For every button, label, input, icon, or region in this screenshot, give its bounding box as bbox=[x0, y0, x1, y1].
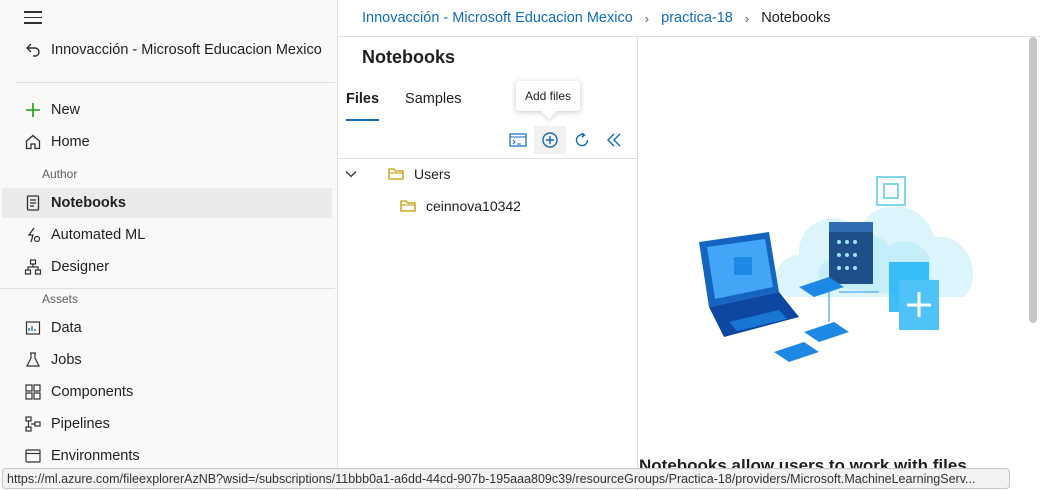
nav-label-data: Data bbox=[51, 320, 82, 336]
home-icon bbox=[25, 134, 41, 150]
nav-label-designer: Designer bbox=[51, 259, 110, 275]
environments-icon bbox=[25, 449, 41, 463]
automated-ml-icon bbox=[27, 227, 41, 243]
panel-tabs: Files Samples bbox=[346, 91, 487, 121]
nav-divider bbox=[0, 288, 335, 289]
collapse-panel-button[interactable] bbox=[598, 126, 630, 154]
section-assets: Assets bbox=[42, 292, 79, 306]
add-files-button[interactable] bbox=[534, 126, 566, 154]
nav-item-components[interactable]: Components bbox=[2, 377, 332, 407]
nav-label-pipelines: Pipelines bbox=[51, 416, 110, 432]
nav-label-automated-ml: Automated ML bbox=[51, 227, 146, 243]
tree-row-user-folder[interactable]: ceinnova10342 bbox=[400, 192, 521, 220]
nav-label-home: Home bbox=[51, 134, 90, 150]
open-terminal-button[interactable] bbox=[502, 126, 534, 154]
nav-item-jobs[interactable]: Jobs bbox=[2, 345, 332, 375]
double-chevron-left-icon bbox=[607, 133, 621, 147]
plus-icon bbox=[26, 103, 40, 117]
hamburger-menu-icon[interactable] bbox=[24, 11, 42, 25]
chevron-right-icon: › bbox=[744, 10, 750, 26]
nav-label-jobs: Jobs bbox=[51, 352, 82, 368]
tab-files[interactable]: Files bbox=[346, 91, 387, 121]
tree-label-users: Users bbox=[414, 166, 451, 182]
nav-item-notebooks[interactable]: Notebooks bbox=[2, 188, 332, 218]
jobs-flask-icon bbox=[26, 352, 40, 367]
nav-item-automated-ml[interactable]: Automated ML bbox=[2, 220, 332, 250]
folder-icon bbox=[388, 168, 404, 180]
app-root: Innovacción - Microsoft Educacion Mexico… bbox=[0, 0, 1040, 490]
panel-title: Notebooks bbox=[362, 47, 456, 67]
designer-icon bbox=[24, 259, 42, 275]
breadcrumb-workspace[interactable]: Innovacción - Microsoft Educacion Mexico bbox=[362, 10, 633, 26]
notebook-icon bbox=[26, 195, 40, 211]
pipelines-icon bbox=[25, 416, 41, 432]
chevron-down-icon[interactable] bbox=[344, 167, 358, 181]
nav-item-data[interactable]: Data bbox=[2, 313, 332, 343]
workspace-name: Innovacción - Microsoft Educacion Mexico bbox=[51, 42, 322, 58]
notebooks-illustration bbox=[699, 176, 973, 362]
content-scrollbar[interactable] bbox=[1029, 37, 1037, 323]
panel-divider bbox=[338, 158, 637, 159]
nav-label-new: New bbox=[51, 102, 81, 118]
breadcrumb-current: Notebooks bbox=[761, 10, 831, 26]
chevron-right-icon: › bbox=[644, 10, 650, 26]
breadcrumb: Innovacción - Microsoft Educacion Mexico… bbox=[362, 10, 831, 26]
nav-label-components: Components bbox=[51, 384, 134, 400]
left-navigation: Innovacción - Microsoft Educacion Mexico… bbox=[0, 0, 338, 490]
nav-item-new[interactable]: New bbox=[2, 95, 332, 125]
back-arrow-icon bbox=[26, 43, 40, 57]
tree-label-user-folder: ceinnova10342 bbox=[426, 198, 521, 214]
add-files-tooltip: Add files bbox=[516, 81, 581, 111]
nav-item-environments[interactable]: Environments bbox=[2, 441, 332, 471]
nav-item-pipelines[interactable]: Pipelines bbox=[2, 409, 332, 439]
nav-item-home[interactable]: Home bbox=[2, 127, 332, 157]
notebooks-panel: Notebooks Files Samples Add files Users … bbox=[338, 37, 638, 490]
nav-item-designer[interactable]: Designer bbox=[2, 252, 332, 282]
add-circle-icon bbox=[542, 132, 558, 148]
refresh-icon bbox=[575, 132, 589, 147]
components-icon bbox=[25, 384, 41, 400]
data-icon bbox=[25, 321, 41, 335]
breadcrumb-resource-group[interactable]: practica-18 bbox=[661, 10, 733, 26]
tab-samples[interactable]: Samples bbox=[405, 91, 469, 121]
nav-divider bbox=[16, 82, 335, 83]
refresh-button[interactable] bbox=[566, 126, 598, 154]
nav-label-environments: Environments bbox=[51, 448, 140, 464]
nav-label-notebooks: Notebooks bbox=[51, 195, 126, 211]
workspace-back-link[interactable]: Innovacción - Microsoft Educacion Mexico bbox=[24, 40, 322, 60]
file-toolbar bbox=[502, 126, 630, 154]
section-author: Author bbox=[42, 167, 78, 181]
notebooks-welcome-content: Notebooks allow users to work with files bbox=[639, 37, 1040, 490]
folder-icon bbox=[400, 200, 416, 212]
tree-row-users[interactable]: Users bbox=[344, 160, 451, 188]
status-url-bar: https://ml.azure.com/fileexplorerAzNB?ws… bbox=[2, 468, 1010, 489]
terminal-icon bbox=[509, 133, 527, 147]
